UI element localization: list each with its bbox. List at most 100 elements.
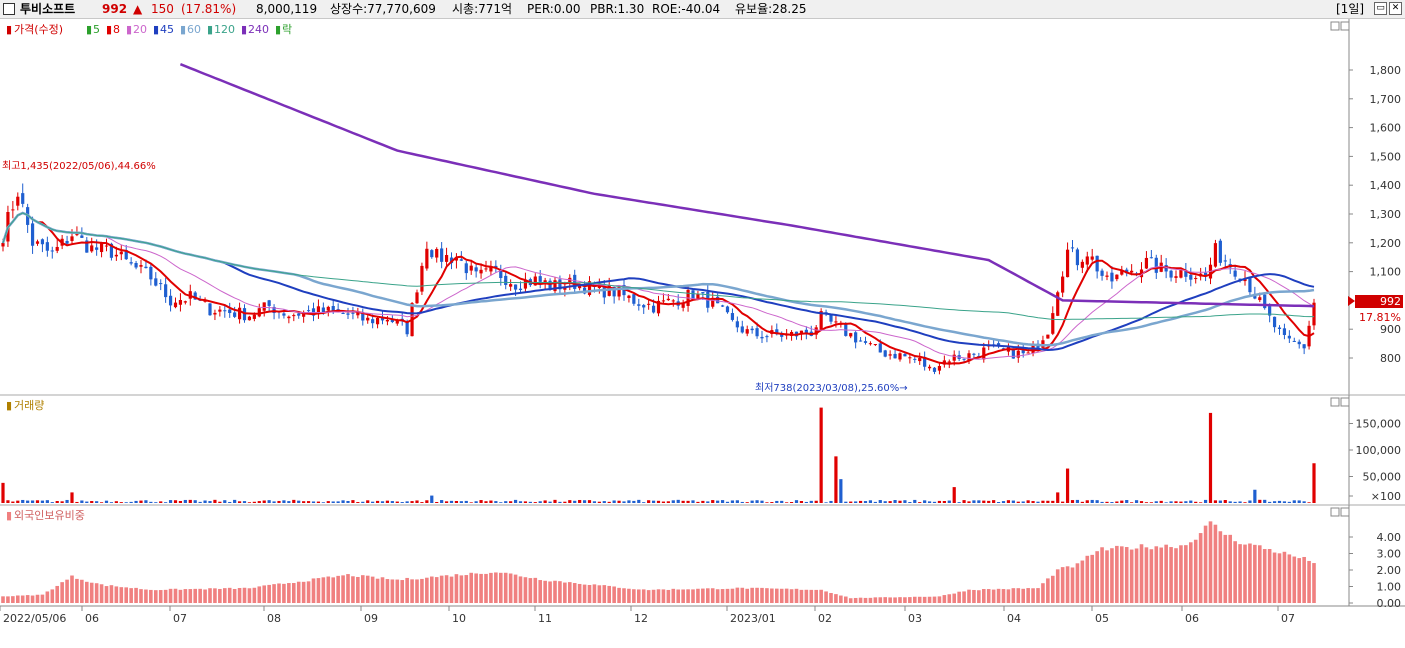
candle-up <box>292 315 296 317</box>
volume-bar <box>927 501 932 503</box>
volume-bar <box>765 502 769 503</box>
volume-bar <box>1253 489 1257 503</box>
foreign-ratio-bar <box>1174 548 1178 603</box>
foreign-ratio-bar <box>701 588 705 603</box>
x-tick-label: 07 <box>173 612 187 625</box>
volume-bar <box>1189 500 1193 503</box>
foreign-ratio-bar <box>558 581 562 603</box>
volume-bar <box>942 500 946 503</box>
foreign-ratio-bar <box>405 577 409 603</box>
foreign-ratio-bar <box>774 588 779 603</box>
volume-bar <box>242 501 247 503</box>
foreign-ratio-bar <box>316 578 321 603</box>
volume-bar <box>139 500 143 503</box>
volume-bar <box>223 500 227 503</box>
price-tick-label: 800 <box>1380 352 1401 365</box>
foreign-ratio-bar <box>178 589 183 603</box>
candle-down <box>750 328 754 331</box>
foreign-ratio-bar <box>745 588 750 603</box>
volume-bar <box>272 501 276 503</box>
price-tick-label: 1,800 <box>1370 64 1402 77</box>
foreign-ratio-bar <box>804 589 809 603</box>
volume-bar <box>1110 502 1114 503</box>
volume-panel-min-icon[interactable] <box>1330 397 1340 407</box>
volume-bar <box>233 499 237 503</box>
candle-up <box>671 300 675 302</box>
volume-bar <box>573 500 577 503</box>
volume-bar <box>371 501 375 503</box>
volume-bar <box>568 500 572 503</box>
volume-bar <box>780 500 784 503</box>
maximize-icon[interactable]: ▭ <box>1374 2 1387 15</box>
candle-down <box>440 248 444 262</box>
volume-panel-close-icon[interactable] <box>1340 397 1350 407</box>
volume-bar <box>311 501 316 503</box>
volume-bars <box>1 407 1316 503</box>
volume-tick-label: 100,000 <box>1356 444 1402 457</box>
candle-down <box>765 336 769 338</box>
candle-down <box>168 295 173 306</box>
volume-bar <box>395 501 399 503</box>
close-icon[interactable]: ✕ <box>1389 2 1402 15</box>
candle-down <box>1282 328 1287 335</box>
candle-up <box>90 245 94 252</box>
candle-down <box>21 193 25 204</box>
foreign-ratio-bar <box>513 574 518 603</box>
volume-bar <box>208 501 212 503</box>
foreign-ratio-bar <box>794 588 799 603</box>
ma-legend-marker: ▮ <box>153 23 159 36</box>
foreign-ratio-bar <box>592 584 597 603</box>
foreign-ratio-bar <box>144 589 148 603</box>
volume-bar <box>1154 501 1158 503</box>
candle-up <box>1046 334 1050 339</box>
volume-bar <box>770 502 774 503</box>
foreign-ratio-bar <box>1021 588 1026 603</box>
foreign-ratio-bar <box>1119 546 1124 603</box>
candle-down <box>932 367 937 372</box>
volume-bar <box>873 501 877 503</box>
foreign-ratio-bar <box>222 588 227 603</box>
volume-bar <box>494 501 498 503</box>
foreign-ratio-bar <box>977 590 981 603</box>
candle-down <box>1070 247 1075 249</box>
volume-bar <box>883 501 887 503</box>
volume-bar <box>129 501 133 503</box>
candle-up <box>415 292 419 304</box>
select-checkbox[interactable] <box>3 3 15 15</box>
foreign-ratio-bar <box>193 588 198 603</box>
foreign-ratio-bar <box>208 588 212 603</box>
foreign-ratio-bar <box>553 580 557 603</box>
period-button[interactable]: [1일] <box>1336 2 1364 16</box>
volume-bar <box>50 502 54 503</box>
foreign-ratio-bar <box>474 573 478 603</box>
volume-bar <box>543 500 547 503</box>
volume-bar <box>55 500 59 503</box>
price-panel-min-icon[interactable] <box>1330 21 1340 31</box>
candle-down <box>893 353 897 359</box>
foreign-ratio-bar <box>84 581 89 603</box>
foreign-ratio-bar <box>735 587 740 603</box>
volume-bar <box>420 502 424 503</box>
volume-bar <box>385 500 390 503</box>
volume-bar <box>99 502 104 503</box>
candle-up <box>139 265 143 267</box>
foreign-panel-min-icon[interactable] <box>1330 507 1340 517</box>
volume-bar <box>587 500 592 503</box>
foreign-ratio-bar <box>814 589 819 603</box>
volume-bar <box>149 501 153 503</box>
volume-bar <box>489 500 493 503</box>
price-tick-label: 1,600 <box>1370 122 1402 135</box>
candle-up <box>1080 261 1084 268</box>
volume-bar <box>1248 500 1252 503</box>
x-tick-label: 11 <box>538 612 552 625</box>
foreign-ratio-bar <box>40 594 45 603</box>
foreign-panel-close-icon[interactable] <box>1340 507 1350 517</box>
volume-bar <box>681 500 685 503</box>
foreign-ratio-bar <box>770 588 774 603</box>
price-panel-close-icon[interactable] <box>1340 21 1350 31</box>
volume-bar <box>464 500 468 503</box>
volume-bar <box>804 501 808 503</box>
candle-down <box>1100 270 1104 276</box>
volume-bar <box>878 500 882 503</box>
volume-bar <box>449 500 454 503</box>
